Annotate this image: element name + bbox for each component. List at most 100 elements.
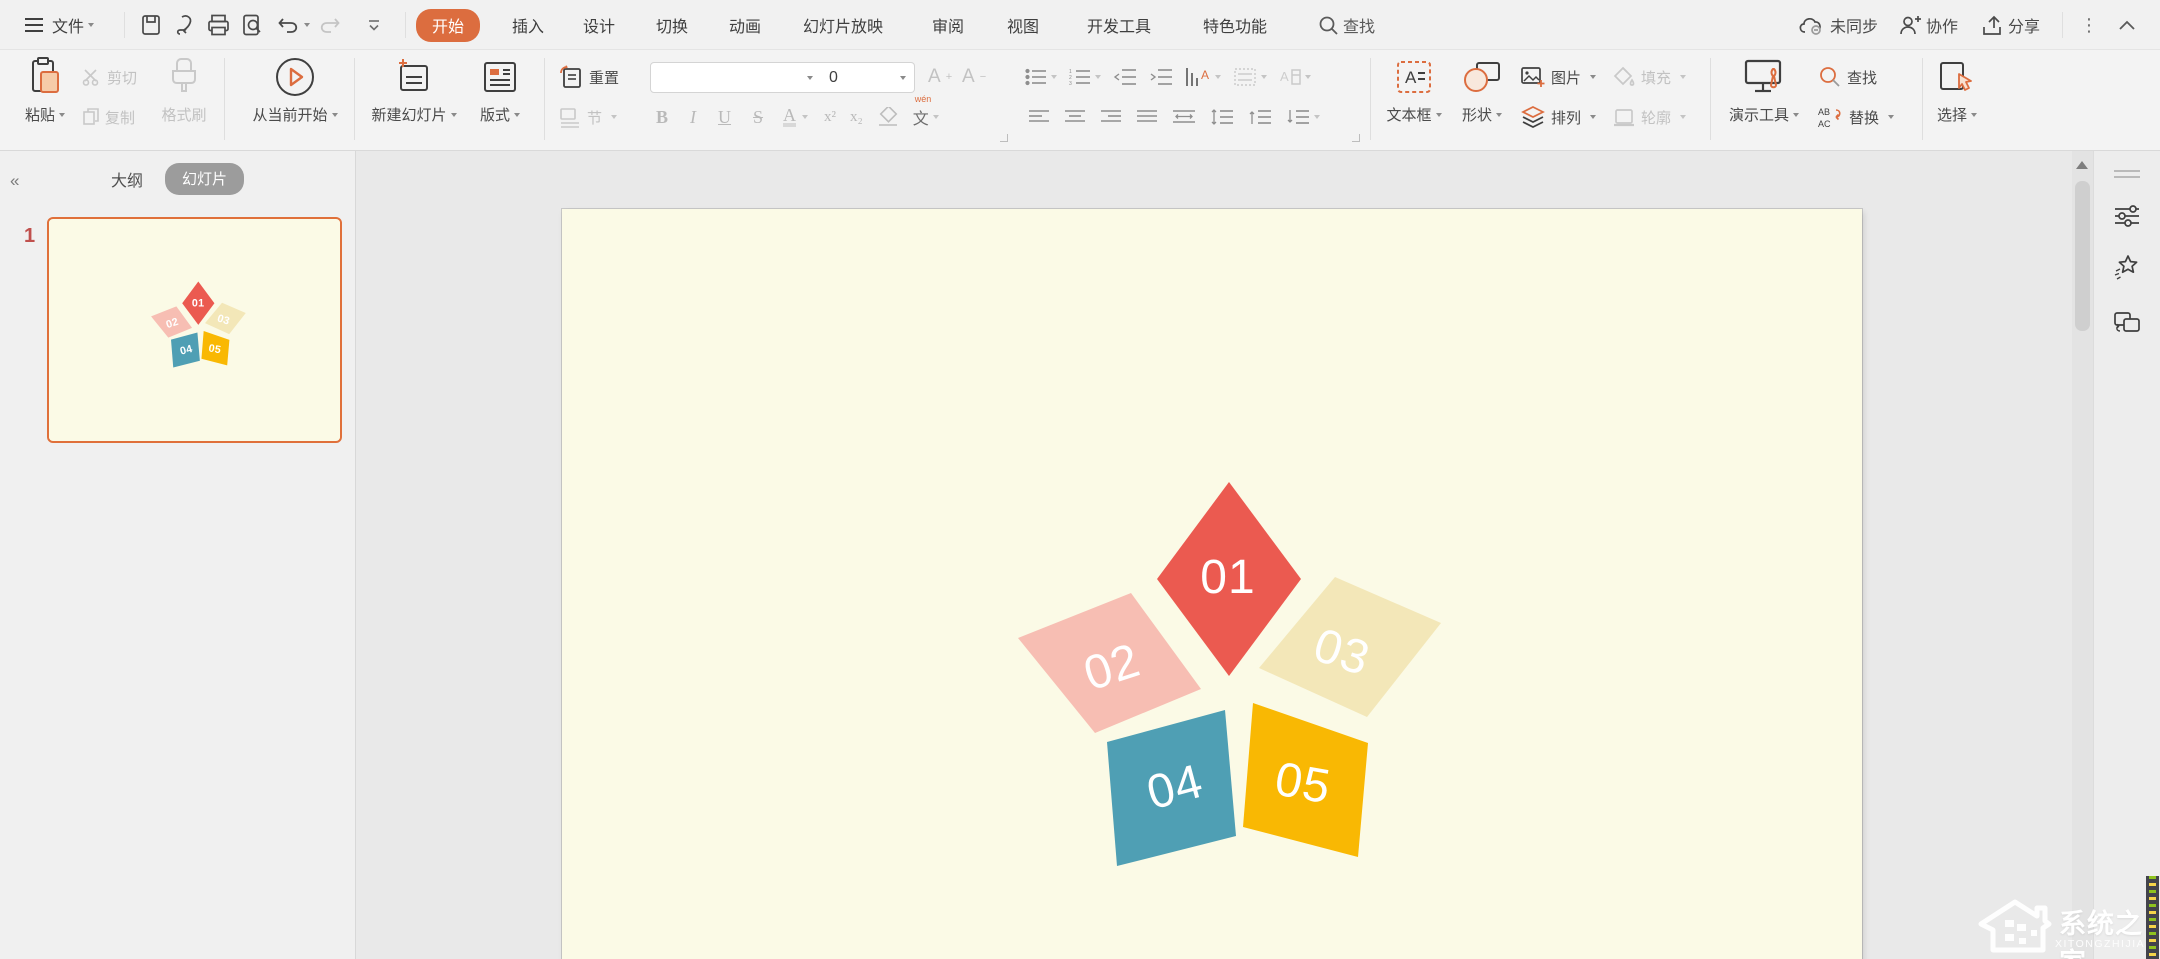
reset-icon [558,65,584,89]
menubar-find[interactable]: 查找 [1318,0,1375,50]
divider [224,58,225,140]
object-properties-icon[interactable] [2112,201,2142,231]
file-menu[interactable]: 文件 [52,0,94,50]
increase-indent-button[interactable] [1149,68,1173,86]
bold-button[interactable]: B [656,107,668,128]
copy-button[interactable]: 复制 [82,102,135,132]
justify-button[interactable] [1136,109,1158,125]
tab-home[interactable]: 开始 [416,0,480,50]
svg-text:A: A [1280,69,1289,84]
phonetic-guide-button[interactable]: 文wén [913,105,929,129]
slide-transition-icon[interactable] [2112,307,2142,337]
reset-button[interactable]: 重置 [558,62,619,92]
shape-button[interactable]: 形状 [1452,54,1512,146]
underline-button[interactable]: U [718,107,731,128]
section-label: 节 [587,107,602,128]
share-button[interactable]: 分享 [1981,0,2040,50]
tab-design[interactable]: 设计 [583,0,615,50]
collapse-ribbon-icon[interactable] [2118,0,2136,50]
subscript-button[interactable]: x₂ [850,109,863,126]
outline-shape-button[interactable]: 轮廓 [1612,102,1686,132]
decrease-font-button[interactable]: A− [962,62,986,92]
space-after-paragraph-button[interactable] [1286,108,1320,126]
slide-thumbnail[interactable]: 01 02 03 04 05 [47,217,342,443]
tab-outline[interactable]: 大纲 [111,167,143,191]
align-left-button[interactable] [1028,109,1050,125]
font-name-select[interactable] [650,62,822,93]
more-menu-icon[interactable]: ⋮ [2080,0,2098,50]
increase-font-button[interactable]: A+ [928,62,952,92]
new-slide-button[interactable]: 新建幻灯片 [364,54,464,146]
undo-button[interactable] [276,0,310,50]
decrease-indent-button[interactable] [1113,68,1137,86]
sidebar-handle-icon[interactable] [2112,159,2142,189]
picture-button[interactable]: 图片 [1520,62,1596,92]
find-button[interactable]: 查找 [1818,62,1877,92]
distribute-text-button[interactable] [1172,109,1196,125]
fill-icon [1612,66,1636,88]
hamburger-menu-icon[interactable] [24,0,44,50]
divider [1922,58,1923,140]
tab-devtools[interactable]: 开发工具 [1087,0,1151,50]
customize-quickbar-icon[interactable] [366,0,382,50]
paste-button[interactable]: 粘贴 [14,54,76,146]
tab-review[interactable]: 审阅 [932,0,964,50]
cut-label: 剪切 [107,67,137,88]
italic-button[interactable]: I [690,107,696,128]
shape-icon [1461,54,1503,100]
sync-status[interactable]: 未同步 [1798,0,1878,50]
menubar-find-label: 查找 [1343,13,1375,37]
presentation-tools-button[interactable]: 演示工具 [1716,54,1812,146]
cut-button[interactable]: 剪切 [82,62,137,92]
redo-button[interactable] [318,0,342,50]
replace-button[interactable]: ABAC 替换 [1818,102,1894,132]
scissors-icon [82,68,102,86]
scrollbar-thumb[interactable] [2075,181,2090,331]
tab-slideshow[interactable]: 幻灯片放映 [803,0,883,50]
print-preview-icon[interactable] [240,0,264,50]
tab-features[interactable]: 特色功能 [1203,0,1267,50]
select-button[interactable]: 选择 [1928,54,1986,146]
tab-transition[interactable]: 切换 [656,0,688,50]
line-spacing-button[interactable] [1210,108,1234,126]
vertical-scrollbar[interactable] [2072,151,2093,959]
vertical-align-button[interactable]: A [1279,67,1311,87]
strikethrough-button[interactable]: S [753,107,763,128]
save-icon[interactable] [139,0,163,50]
tab-animation[interactable]: 动画 [729,0,761,50]
bullet-list-button[interactable] [1025,68,1057,86]
watermark-subtitle: XITONGZHIJIA.NET [2055,938,2160,950]
group-expand-mark[interactable] [1000,134,1008,142]
tab-slides[interactable]: 幻灯片 [165,163,244,195]
tab-insert[interactable]: 插入 [512,0,544,50]
layout-label: 版式 [480,104,510,125]
align-right-button[interactable] [1100,109,1122,125]
format-painter-button[interactable]: 格式刷 [152,54,216,146]
space-before-paragraph-button[interactable] [1248,108,1272,126]
editing-canvas[interactable]: 01 02 03 04 05 [356,151,2073,959]
textbox-button[interactable]: A 文本框 [1380,54,1448,146]
font-size-select[interactable]: 0 [821,62,915,93]
scroll-up-arrow-icon[interactable] [2076,161,2088,169]
layout-button[interactable]: 版式 [468,54,532,146]
collaborate-button[interactable]: 协作 [1898,0,1958,50]
font-size-caret-icon [900,76,906,80]
font-color-button[interactable]: A [783,108,796,127]
animation-pane-icon[interactable] [2112,252,2142,282]
numbered-list-button[interactable]: 123 [1069,68,1101,86]
superscript-button[interactable]: x² [824,109,836,126]
tab-view[interactable]: 视图 [1007,0,1039,50]
section-button[interactable]: 节 [558,102,617,132]
group-expand-mark[interactable] [1352,134,1360,142]
select-icon [1937,54,1977,100]
fill-button[interactable]: 填充 [1612,62,1686,92]
print-icon[interactable] [206,0,231,50]
align-center-button[interactable] [1064,109,1086,125]
output-icon[interactable] [173,0,197,50]
text-direction-button[interactable]: A [1185,67,1221,87]
arrange-button[interactable]: 排列 [1520,102,1596,132]
play-from-current-button[interactable]: 从当前开始 [236,54,354,146]
columns-button[interactable] [1233,68,1267,86]
slide-1[interactable]: 01 02 03 04 05 [562,209,1862,959]
clear-format-icon[interactable] [877,107,899,127]
